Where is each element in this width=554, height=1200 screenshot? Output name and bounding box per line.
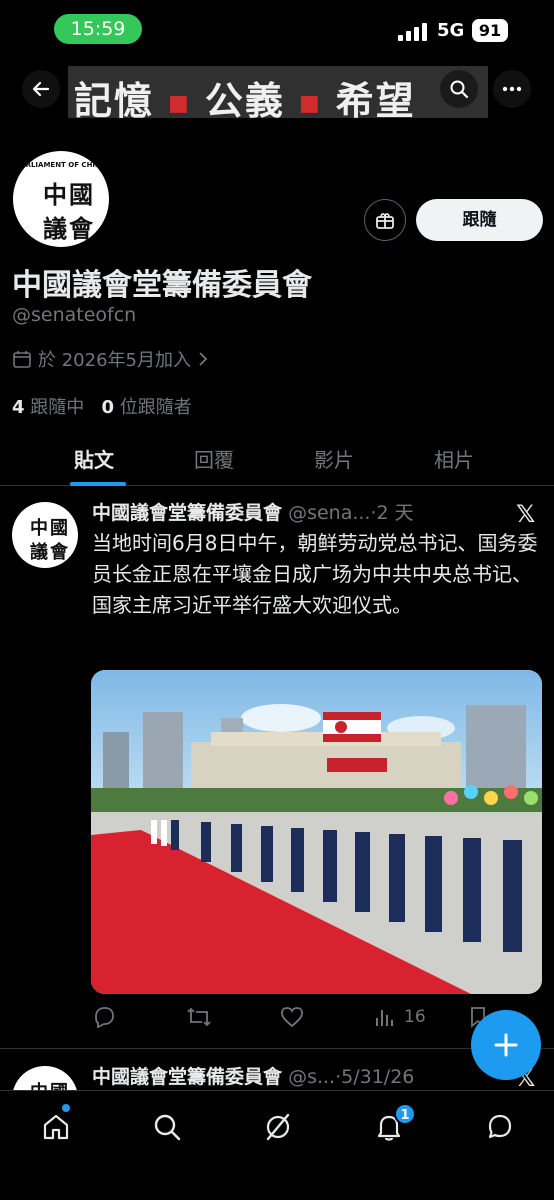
grok-icon <box>266 1113 290 1141</box>
followers-link[interactable]: 0 位跟隨者 <box>101 397 191 418</box>
tweet-author-name[interactable]: 中國議會堂籌備委員會 <box>92 1066 282 1088</box>
avatar-char: 會 <box>50 542 68 563</box>
arrow-left-icon <box>32 81 50 97</box>
tab-indicator <box>70 482 126 486</box>
profile-banner: 記憶 ■ 公義 ■ 希望 <box>68 66 488 118</box>
home-unread-dot <box>62 1104 70 1112</box>
reply-button[interactable] <box>92 1006 116 1028</box>
joined-text: 於 2026年5月加入 <box>38 350 191 371</box>
tweet-image[interactable] <box>91 670 542 994</box>
heart-icon <box>281 1007 303 1028</box>
avatar-char: 中 <box>30 518 48 539</box>
x-logo-icon: 𝕏 <box>516 500 536 528</box>
reply-icon <box>95 1007 114 1028</box>
bottom-navigation: 1 <box>0 1090 554 1200</box>
tweet-avatar[interactable]: 中 國 議 會 <box>12 502 78 568</box>
avatar-char: 中 <box>43 181 67 209</box>
following-count: 4 <box>12 397 25 418</box>
following-label: 跟隨中 <box>30 397 85 418</box>
avatar-char: 國 <box>69 181 93 209</box>
tweet-header: 中國議會堂籌備委員會 @sena...·2 天 <box>92 498 414 525</box>
joined-date[interactable]: 於 2026年5月加入 <box>12 346 209 372</box>
tab-replies[interactable]: 回覆 <box>194 444 234 473</box>
avatar-ring-text: PARLIAMENT OF CHINA <box>15 161 107 169</box>
message-icon <box>488 1114 512 1139</box>
nav-messages[interactable] <box>482 1109 518 1145</box>
like-button[interactable] <box>280 1006 304 1028</box>
views-chart-icon <box>376 1010 393 1026</box>
search-button[interactable] <box>440 70 478 108</box>
tweet-author-name[interactable]: 中國議會堂籌備委員會 <box>92 502 282 524</box>
banner-text: 記憶 ■ 公義 ■ 希望 <box>74 70 416 118</box>
tweet-header: 中國議會堂籌備委員會 @s...·5/31/26 <box>92 1062 414 1089</box>
battery-icon: 91 <box>472 19 508 42</box>
network-label: 5G <box>437 20 465 41</box>
signal-icon <box>398 21 430 41</box>
profile-avatar[interactable]: PARLIAMENT OF CHINA 中 國 議 會 <box>10 148 112 250</box>
follow-stats: 4 跟隨中 0 位跟隨者 <box>12 393 192 419</box>
compose-post-button[interactable] <box>471 1010 541 1080</box>
nav-home[interactable] <box>38 1109 74 1145</box>
search-icon <box>154 1114 181 1141</box>
avatar-char: 會 <box>69 215 93 243</box>
profile-tabs: 貼文 回覆 影片 相片 <box>0 430 554 486</box>
views-button[interactable]: 16 <box>374 1006 426 1028</box>
ceremony-photo <box>91 670 542 994</box>
views-count: 16 <box>404 1007 426 1027</box>
banner-word: 記憶 <box>74 79 155 118</box>
avatar-char: 議 <box>43 215 67 243</box>
profile-handle: @senateofcn <box>12 304 137 326</box>
tweet-text: 当地时间6月8日中午，朝鲜劳动党总书记、国务委员长金正恩在平壤金日成广场为中共中… <box>92 531 538 617</box>
home-icon <box>43 1114 69 1140</box>
profile-display-name: 中國議會堂籌備委員會 <box>12 268 312 303</box>
tab-videos[interactable]: 影片 <box>314 444 354 473</box>
avatar-char: 國 <box>50 518 68 539</box>
more-button[interactable] <box>493 70 531 108</box>
tweet-handle-time: @sena...·2 天 <box>288 502 414 524</box>
plus-icon <box>494 1033 518 1057</box>
more-horizontal-icon <box>502 86 522 92</box>
avatar-char: 議 <box>30 542 48 563</box>
banner-word: 希望 <box>335 79 416 118</box>
followers-count: 0 <box>101 397 114 418</box>
calendar-icon <box>13 351 31 368</box>
notification-badge: 1 <box>394 1103 416 1125</box>
search-icon <box>450 80 469 99</box>
gift-icon <box>376 213 394 229</box>
nav-search[interactable] <box>149 1109 185 1145</box>
tab-posts[interactable]: 貼文 <box>74 444 114 473</box>
status-bar: 15:59 5G 91 <box>0 0 554 60</box>
following-link[interactable]: 4 跟隨中 <box>12 397 84 418</box>
followers-label: 位跟隨者 <box>119 397 192 418</box>
chevron-right-icon <box>199 352 208 366</box>
follow-button[interactable]: 跟隨 <box>416 199 543 241</box>
tweet-handle-time: @s...·5/31/26 <box>288 1066 415 1088</box>
subscribe-button[interactable] <box>364 199 406 241</box>
banner-word: 公義 <box>204 79 285 118</box>
tab-photos[interactable]: 相片 <box>434 444 474 473</box>
retweet-icon <box>187 1007 211 1027</box>
retweet-button[interactable] <box>186 1006 212 1028</box>
status-time: 15:59 <box>54 14 142 44</box>
back-button[interactable] <box>22 70 60 108</box>
nav-grok[interactable] <box>260 1109 296 1145</box>
